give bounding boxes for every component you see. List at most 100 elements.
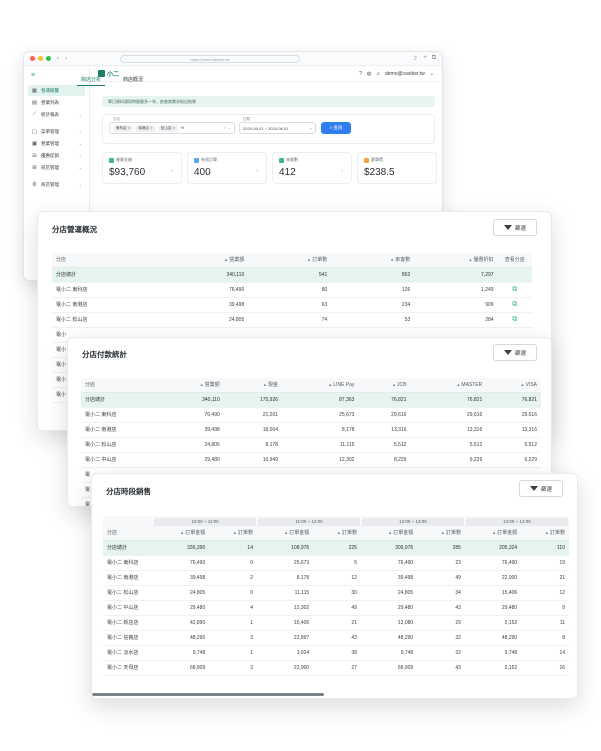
table-cell: 電小二 東科店	[52, 282, 165, 298]
table-row: 電小二 松山店 24,805 0 11,115 30 24,805 34 15,406 12	[103, 585, 569, 601]
open-store-icon[interactable]: ⧉	[512, 316, 517, 323]
col-header: ▲ MASTER	[410, 378, 487, 393]
table-cell: 862	[331, 267, 415, 283]
help-icon[interactable]: ?	[359, 71, 362, 77]
sidebar-item[interactable]: ▤ 營業列表	[28, 97, 85, 108]
col-header: ▲ LINE Pay	[282, 378, 359, 393]
total-row: 分店總計 336,390 14 108,976 225 309,976 285 205,324…	[103, 540, 569, 556]
sidebar-item-label: 優惠促銷	[41, 152, 59, 158]
store-select[interactable]: 東科店 ⊗ 南港店 ⊗ 松山店 ⊗ +5 × ⌄	[109, 122, 235, 134]
user-email[interactable]: demo@cashier.tw	[385, 71, 425, 77]
table-cell: 12	[313, 570, 361, 586]
chevron-right-icon: ›	[341, 168, 343, 174]
new-tab-icon[interactable]: +	[423, 55, 427, 62]
tab-store-overview[interactable]: 商店概況	[119, 74, 147, 86]
sidebar-item[interactable]: ⟋ 統計報表 ⌄	[28, 109, 85, 120]
table-cell: 1	[209, 645, 257, 661]
timeslot-group-header: 13:00 ~ 14:00	[465, 518, 568, 526]
chevron-down-icon: ⌄	[78, 141, 82, 146]
table-cell: 電小二 松山店	[103, 585, 153, 601]
table-cell: 12,302	[256, 600, 314, 616]
chip-store[interactable]: 東科店 ⊗	[113, 124, 134, 132]
col-header[interactable]: ▲ 訂單數	[209, 526, 257, 541]
table-cell: 39,498	[161, 422, 224, 438]
table-cell: 5,512	[410, 437, 487, 453]
chevron-down-icon[interactable]: ⌄	[228, 126, 231, 130]
filter-button[interactable]: 篩選	[493, 344, 537, 361]
table-cell: 分店總計	[103, 540, 153, 556]
share-icon[interactable]: ⇪	[413, 55, 418, 62]
table-cell: 175,926	[223, 392, 283, 408]
revenue-icon	[109, 157, 114, 163]
table-cell: 29,480	[360, 600, 418, 616]
chip-store[interactable]: 南港店 ⊗	[135, 124, 156, 132]
chevron-right-icon: ›	[171, 168, 173, 174]
date-range-input[interactable]: 2024-06-01 ~ 2024-06-01 ×	[239, 122, 316, 134]
tabs-icon[interactable]: ⧉	[432, 55, 436, 62]
col-header[interactable]: ▲ 訂單數	[417, 526, 465, 541]
minimize-window-dot[interactable]	[38, 56, 43, 61]
table-cell: 80	[248, 282, 332, 298]
sidebar-item-label: 營運概覽	[41, 87, 59, 93]
table-cell: 234	[331, 297, 415, 313]
table-cell: 108,976	[256, 540, 314, 556]
sidebar-item-label: 統計報表	[41, 111, 59, 117]
sidebar-item[interactable]: ⊟ 優惠促銷 ⌄	[28, 150, 85, 161]
col-header: ▲ 營業額	[164, 253, 249, 268]
filter-icon	[503, 225, 512, 230]
col-header[interactable]: ▲ 訂單金額	[464, 526, 522, 541]
horizontal-scrollbar[interactable]	[92, 693, 324, 696]
tab-cross-store[interactable]: 跨店分析	[77, 74, 106, 86]
open-store-icon[interactable]: ⧉	[512, 301, 517, 308]
open-store-icon[interactable]: ⧉	[512, 286, 517, 293]
chevron-down-icon: ⌄	[78, 129, 82, 134]
sidebar-item[interactable]: ⊞ 商店管理 ⌄	[28, 162, 85, 173]
back-icon[interactable]: ‹	[57, 56, 59, 62]
table-cell: 68,909	[360, 660, 418, 676]
filter-button[interactable]: 篩選	[493, 219, 537, 236]
table-cell: 541	[248, 267, 332, 283]
table-cell: 3,924	[256, 645, 314, 661]
table-cell: 49	[313, 600, 361, 616]
table-cell: 7,297	[414, 267, 498, 283]
table-cell: 29,616	[486, 407, 541, 423]
close-window-dot[interactable]	[30, 56, 35, 61]
col-header[interactable]: ▲ 訂單數	[521, 526, 569, 541]
table-cell: 15,406	[464, 585, 522, 601]
col-header[interactable]: ▲ 訂單數	[313, 526, 361, 541]
query-button[interactable]: ⌕ 查詢	[321, 122, 351, 134]
stats-row: 營業金額 $93,760 › 有效訂單 400 › 來客數 412 › 客單價 …	[102, 152, 437, 184]
url-bar[interactable]: https://www.cashier.tw	[120, 54, 300, 63]
col-header: ▲ 來客數	[331, 253, 415, 268]
table-cell: 336,390	[153, 540, 210, 556]
sidebar-item[interactable]: ▦ 營運概覽	[28, 85, 85, 96]
chip-store[interactable]: 松山店 ⊗	[157, 124, 179, 132]
forward-icon[interactable]: ›	[65, 56, 67, 62]
globe-icon[interactable]: ◍	[367, 71, 371, 77]
sidebar-item[interactable]: ▣ 營業管理 ⌄	[28, 138, 85, 149]
sidebar-item[interactable]: ⚙ 商店管理 ⌄	[28, 179, 85, 190]
clear-icon[interactable]: ×	[224, 126, 226, 130]
chevron-down-icon: ⌄	[78, 112, 82, 117]
stat-card[interactable]: 營業金額 $93,760 ›	[102, 152, 182, 184]
table-cell: 電小二 中山店	[103, 600, 153, 616]
sidebar-item-icon: ▢	[31, 128, 38, 135]
stat-card[interactable]: 客單價 $238.5	[357, 152, 437, 184]
maximize-window-dot[interactable]	[46, 56, 51, 61]
stat-card[interactable]: 來客數 412 ›	[272, 152, 352, 184]
table-cell: 分店總計	[81, 392, 161, 408]
col-header[interactable]: ▲ 訂單金額	[153, 526, 210, 541]
table-cell: 3	[209, 630, 257, 646]
table-cell: 74	[248, 312, 332, 328]
chevron-down-icon[interactable]: ⌄	[430, 71, 434, 77]
table-cell: 43	[313, 630, 361, 646]
table-cell: 10,949	[223, 452, 283, 468]
col-header: ▲ 優惠折扣	[414, 253, 498, 268]
stat-card[interactable]: 有效訂單 400 ›	[187, 152, 267, 184]
table-cell: 0	[209, 555, 257, 571]
col-header[interactable]: ▲ 訂單金額	[256, 526, 314, 541]
filter-button[interactable]: 篩選	[519, 480, 563, 497]
sidebar-item[interactable]: ▢ 菜單管理 ⌄	[28, 126, 85, 137]
bell-icon[interactable]: ♫	[376, 71, 380, 77]
col-header[interactable]: ▲ 訂單金額	[360, 526, 418, 541]
